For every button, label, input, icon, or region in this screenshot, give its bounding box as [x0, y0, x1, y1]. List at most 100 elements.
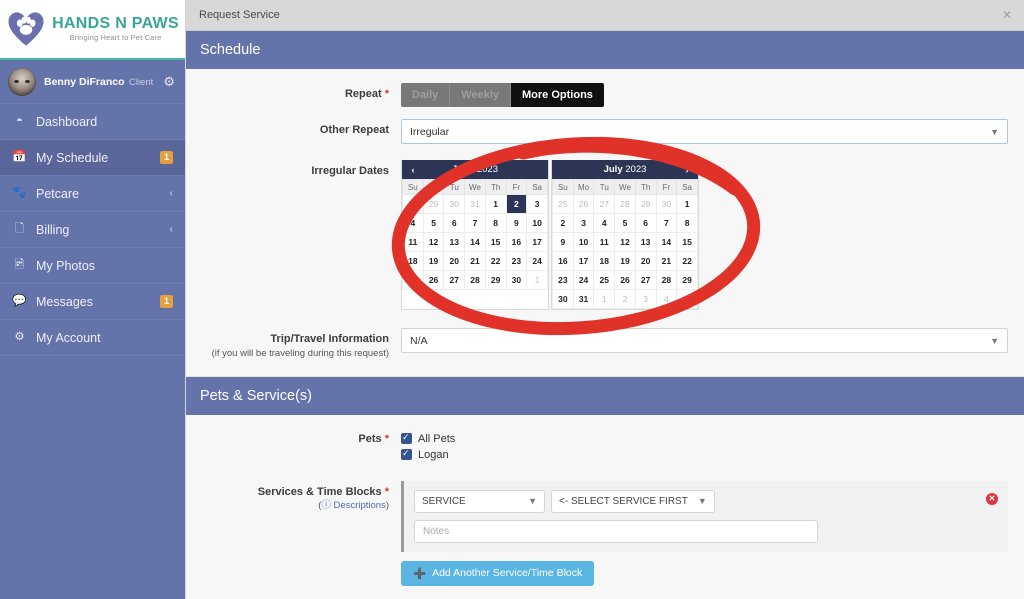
calendar-day[interactable]: 5	[676, 289, 698, 309]
sidebar-item-messages[interactable]: 💬 Messages 1	[0, 284, 185, 320]
calendar-day[interactable]: 4	[402, 213, 424, 233]
calendar-july[interactable]: July 2023 › Su Mo Tu We Th Fr Sa 25 26 2…	[551, 160, 699, 310]
calendar-day[interactable]: 26	[422, 270, 445, 290]
calendar-day[interactable]: 11	[402, 232, 424, 252]
calendar-day[interactable]: 9	[505, 213, 528, 233]
notes-input[interactable]: Notes	[414, 519, 818, 543]
calendar-day[interactable]: 25	[402, 270, 424, 290]
calendar-day[interactable]: 21	[655, 251, 678, 271]
calendar-day[interactable]: 3	[572, 213, 595, 233]
calendar-day[interactable]: 31	[572, 289, 595, 309]
sidebar-item-dashboard[interactable]: ◓ Dashboard	[0, 104, 185, 140]
calendar-day[interactable]: 25	[552, 194, 574, 214]
checkbox-row-all-pets[interactable]: All Pets	[401, 431, 1008, 445]
brand-logo[interactable]: HANDS N PAWS Bringing Heart to Pet Care	[0, 0, 185, 60]
calendar-day-selected[interactable]: 2	[505, 194, 528, 214]
calendar-day[interactable]: 8	[484, 213, 507, 233]
calendar-day[interactable]: 6	[634, 213, 657, 233]
calendar-day[interactable]: 5	[422, 213, 445, 233]
calendar-day[interactable]: 21	[464, 251, 486, 271]
sidebar-item-my-photos[interactable]: 🖻 My Photos	[0, 248, 185, 284]
calendar-day[interactable]: 7	[464, 213, 486, 233]
calendar-day[interactable]: 29	[676, 270, 698, 290]
calendar-day[interactable]: 17	[572, 251, 595, 271]
calendar-day[interactable]: 26	[572, 194, 595, 214]
calendar-june[interactable]: ‹ June 2023 Su Mo Tu We Th Fr Sa 28 29 3…	[401, 160, 549, 310]
sidebar-item-my-schedule[interactable]: 📅 My Schedule 1	[0, 140, 185, 176]
calendar-day[interactable]: 10	[572, 232, 595, 252]
checkbox-all-pets[interactable]	[401, 431, 412, 445]
calendar-day[interactable]: 2	[552, 213, 574, 233]
calendar-day[interactable]: 24	[526, 251, 548, 271]
calendar-day[interactable]: 27	[593, 194, 616, 214]
close-icon[interactable]: ✕	[1002, 8, 1012, 22]
calendar-day[interactable]: 19	[422, 251, 445, 271]
calendar-day[interactable]: 9	[552, 232, 574, 252]
calendar-day[interactable]: 30	[443, 194, 466, 214]
calendar-day[interactable]: 1	[676, 194, 698, 214]
calendar-day[interactable]: 2	[614, 289, 636, 309]
calendar-day[interactable]: 13	[443, 232, 466, 252]
calendar-day[interactable]: 28	[402, 194, 424, 214]
calendar-day[interactable]: 16	[552, 251, 574, 271]
sidebar-item-my-account[interactable]: ⚙ My Account	[0, 320, 185, 356]
gear-icon[interactable]: ⚙	[163, 74, 175, 90]
calendar-day[interactable]: 28	[464, 270, 486, 290]
calendar-day[interactable]: 29	[634, 194, 657, 214]
descriptions-link[interactable]: Descriptions	[334, 500, 386, 511]
other-repeat-select[interactable]: Irregular ▼	[401, 119, 1008, 144]
calendar-day[interactable]: 12	[614, 232, 636, 252]
calendar-day[interactable]: 1	[526, 270, 548, 290]
calendar-day[interactable]: 19	[614, 251, 636, 271]
calendar-day[interactable]: 20	[443, 251, 466, 271]
calendar-day[interactable]: 30	[505, 270, 528, 290]
calendar-day[interactable]: 20	[634, 251, 657, 271]
calendar-day[interactable]: 15	[484, 232, 507, 252]
calendar-day[interactable]: 15	[676, 232, 698, 252]
calendar-day[interactable]: 30	[655, 194, 678, 214]
calendar-day[interactable]: 4	[593, 213, 616, 233]
calendar-day[interactable]: 3	[634, 289, 657, 309]
calendar-day[interactable]: 27	[443, 270, 466, 290]
calendar-day[interactable]: 27	[634, 270, 657, 290]
sidebar-item-petcare[interactable]: 🐾 Petcare ‹	[0, 176, 185, 212]
calendar-day[interactable]: 18	[402, 251, 424, 271]
calendar-day[interactable]: 24	[572, 270, 595, 290]
calendar-day[interactable]: 12	[422, 232, 445, 252]
calendar-day[interactable]: 28	[655, 270, 678, 290]
calendar-day[interactable]: 23	[505, 251, 528, 271]
calendar-day[interactable]: 31	[464, 194, 486, 214]
chevron-right-icon[interactable]: ›	[682, 165, 692, 175]
calendar-day[interactable]: 18	[593, 251, 616, 271]
repeat-option-more-options[interactable]: More Options	[511, 83, 604, 107]
calendar-day[interactable]: 23	[552, 270, 574, 290]
calendar-day[interactable]: 28	[614, 194, 636, 214]
calendar-day[interactable]: 29	[422, 194, 445, 214]
calendar-day[interactable]: 11	[593, 232, 616, 252]
calendar-day[interactable]: 4	[655, 289, 678, 309]
calendar-day[interactable]: 17	[526, 232, 548, 252]
calendar-day[interactable]: 1	[593, 289, 616, 309]
checkbox-logan[interactable]	[401, 447, 412, 461]
calendar-day[interactable]: 16	[505, 232, 528, 252]
calendar-day[interactable]: 14	[464, 232, 486, 252]
time-block-select[interactable]: <- SELECT SERVICE FIRST ▼	[551, 489, 715, 513]
sidebar-item-billing[interactable]: 🗋 Billing ‹	[0, 212, 185, 248]
trip-travel-select[interactable]: N/A ▼	[401, 328, 1008, 353]
add-service-time-block-button[interactable]: ➕ Add Another Service/Time Block	[401, 560, 595, 586]
calendar-day[interactable]: 10	[526, 213, 548, 233]
calendar-day[interactable]: 29	[484, 270, 507, 290]
calendar-day[interactable]: 22	[676, 251, 698, 271]
calendar-day[interactable]: 25	[593, 270, 616, 290]
help-circle-icon[interactable]: ⓘ	[321, 500, 333, 511]
checkbox-row-logan[interactable]: Logan	[401, 447, 1008, 461]
calendar-day[interactable]: 30	[552, 289, 574, 309]
calendar-day[interactable]: 14	[655, 232, 678, 252]
calendar-day[interactable]: 13	[634, 232, 657, 252]
calendar-day[interactable]: 3	[526, 194, 548, 214]
calendar-day[interactable]: 5	[614, 213, 636, 233]
repeat-option-daily[interactable]: Daily	[401, 83, 451, 107]
service-select[interactable]: SERVICE ▼	[414, 489, 545, 513]
calendar-day[interactable]: 26	[614, 270, 636, 290]
remove-circle-icon[interactable]: ✕	[986, 492, 998, 505]
